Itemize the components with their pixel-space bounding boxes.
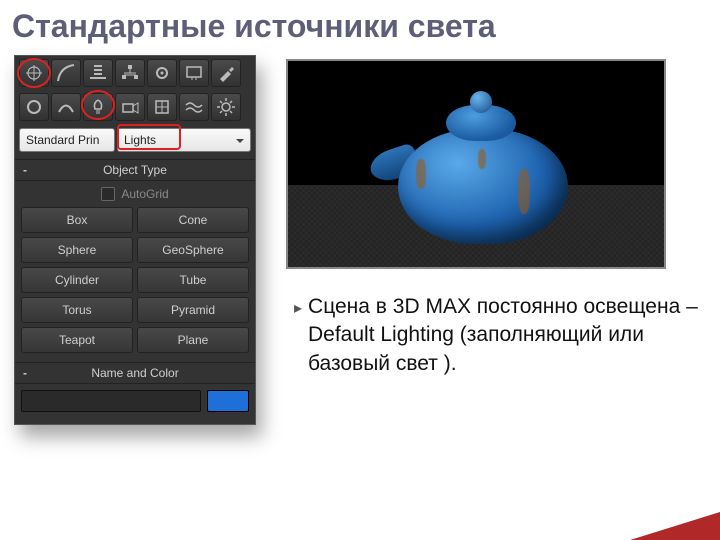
utilities-icon[interactable] [211, 59, 241, 87]
helper-tool-icon[interactable] [147, 93, 177, 121]
category-dropdown[interactable]: Standard Prin [19, 128, 115, 152]
autogrid-row: AutoGrid [15, 181, 255, 205]
obj-tube[interactable]: Tube [137, 267, 249, 293]
light-tool-icon[interactable] [83, 93, 113, 121]
shapes-icon[interactable] [51, 59, 81, 87]
geometry-icon[interactable] [19, 59, 49, 87]
autogrid-checkbox[interactable] [101, 187, 115, 201]
circle-tool-icon[interactable] [19, 93, 49, 121]
hierarchy-icon[interactable] [115, 59, 145, 87]
toolbar-row-2 [15, 90, 255, 124]
body-text-content: Сцена в 3D MAX постоянно освещена – Defa… [308, 295, 698, 375]
obj-box[interactable]: Box [21, 207, 133, 233]
dropdown-row: Standard Prin Lights [15, 124, 255, 156]
content-area: Standard Prin Lights - Object Type AutoG… [0, 55, 720, 425]
display-icon[interactable] [179, 59, 209, 87]
lights-icon-top[interactable] [83, 59, 113, 87]
autogrid-label: AutoGrid [121, 187, 168, 201]
render-preview [286, 59, 666, 269]
path-tool-icon[interactable] [51, 93, 81, 121]
motion-icon[interactable] [147, 59, 177, 87]
obj-sphere[interactable]: Sphere [21, 237, 133, 263]
collapse-icon: - [23, 163, 27, 177]
object-type-grid: Box Cone Sphere GeoSphere Cylinder Tube … [15, 205, 255, 359]
collapse-icon: - [23, 366, 27, 380]
color-swatch[interactable] [207, 390, 249, 412]
obj-teapot[interactable]: Teapot [21, 327, 133, 353]
slide-title: Стандартные источники света [0, 0, 720, 55]
slide-corner-accent [630, 512, 720, 540]
subtype-dropdown[interactable]: Lights [117, 128, 251, 152]
bullet-icon: ▸ [294, 300, 302, 317]
subtype-dropdown-label: Lights [124, 133, 156, 147]
spacewarp-tool-icon[interactable] [179, 93, 209, 121]
teapot-body [398, 129, 568, 244]
systems-tool-icon[interactable] [211, 93, 241, 121]
rollout-name-color-label: Name and Color [91, 366, 178, 380]
obj-cone[interactable]: Cone [137, 207, 249, 233]
obj-pyramid[interactable]: Pyramid [137, 297, 249, 323]
toolbar-row-1 [15, 56, 255, 90]
rollout-object-type-label: Object Type [103, 163, 167, 177]
create-panel: Standard Prin Lights - Object Type AutoG… [14, 55, 256, 425]
camera-tool-icon[interactable] [115, 93, 145, 121]
right-column: ▸ Сцена в 3D MAX постоянно освещена – Def… [286, 55, 706, 425]
obj-geosphere[interactable]: GeoSphere [137, 237, 249, 263]
obj-torus[interactable]: Torus [21, 297, 133, 323]
teapot-knob [470, 91, 492, 113]
slide-body-text: ▸Сцена в 3D MAX постоянно освещена – Def… [300, 293, 706, 378]
name-color-row [15, 384, 255, 418]
rollout-name-color[interactable]: - Name and Color [15, 362, 255, 384]
rollout-object-type[interactable]: - Object Type [15, 159, 255, 181]
object-name-input[interactable] [21, 390, 201, 412]
obj-cylinder[interactable]: Cylinder [21, 267, 133, 293]
obj-plane[interactable]: Plane [137, 327, 249, 353]
